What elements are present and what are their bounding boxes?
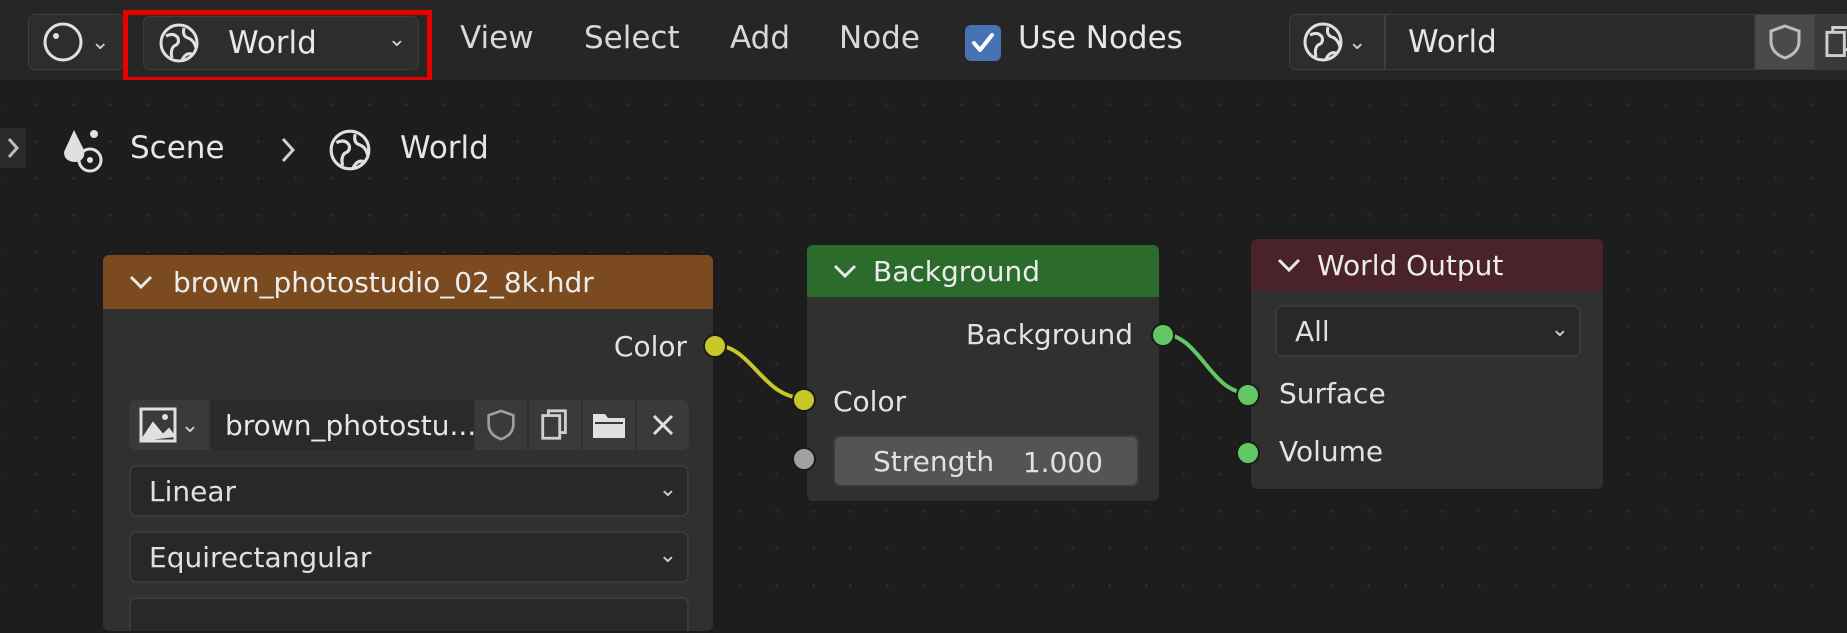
input-socket-surface[interactable] bbox=[1236, 383, 1260, 407]
output-socket-background[interactable] bbox=[1151, 323, 1175, 347]
node-header[interactable]: brown_photostudio_02_8k.hdr bbox=[103, 255, 713, 309]
breadcrumb-scene: Scene bbox=[130, 130, 225, 166]
background-node[interactable]: Background Background Color Strength 1.0… bbox=[805, 243, 1161, 503]
projection-value: Equirectangular bbox=[149, 540, 372, 574]
chevron-down-icon: ⌄ bbox=[180, 412, 200, 438]
copy-icon bbox=[541, 409, 567, 440]
editor-type-button[interactable]: ⌄ bbox=[28, 14, 124, 70]
menu-add[interactable]: Add bbox=[730, 20, 790, 56]
chevron-down-icon bbox=[833, 264, 857, 279]
copy-icon bbox=[1825, 26, 1847, 57]
menu-view[interactable]: View bbox=[460, 20, 534, 56]
target-value: All bbox=[1295, 314, 1330, 348]
world-icon bbox=[159, 23, 199, 63]
use-nodes-label[interactable]: Use Nodes bbox=[1018, 20, 1183, 56]
open-image-button[interactable] bbox=[583, 400, 635, 450]
menu-select[interactable]: Select bbox=[584, 20, 680, 56]
strength-value: 1.000 bbox=[1022, 446, 1103, 479]
chevron-right-icon bbox=[281, 137, 296, 163]
use-nodes-checkbox[interactable] bbox=[965, 25, 1001, 61]
image-datablock-row: ⌄ brown_photostu... bbox=[129, 400, 689, 450]
input-socket-strength[interactable] bbox=[792, 447, 816, 471]
fake-user-button[interactable] bbox=[1755, 14, 1815, 70]
output-socket-color[interactable] bbox=[703, 334, 727, 358]
chevron-down-icon: ⌄ bbox=[658, 477, 677, 502]
input-color-label: Color bbox=[833, 385, 907, 418]
node-title: brown_photostudio_02_8k.hdr bbox=[173, 265, 594, 299]
input-surface-label: Surface bbox=[1279, 377, 1386, 410]
chevron-down-icon: ⌄ bbox=[91, 29, 110, 55]
extension-dropdown[interactable] bbox=[129, 597, 689, 631]
input-volume-label: Volume bbox=[1279, 435, 1384, 468]
chevron-down-icon: ⌄ bbox=[658, 543, 677, 568]
chevron-down-icon: ⌄ bbox=[1348, 29, 1367, 55]
shader-type-world-selector[interactable]: World ⌄ bbox=[143, 16, 419, 70]
node-title: Background bbox=[873, 254, 1041, 288]
breadcrumb-world: World bbox=[400, 130, 489, 166]
menu-node[interactable]: Node bbox=[839, 20, 920, 56]
strength-label: Strength bbox=[873, 444, 995, 478]
fake-user-button[interactable] bbox=[475, 400, 527, 450]
node-header[interactable]: World Output bbox=[1251, 239, 1603, 291]
interpolation-value: Linear bbox=[149, 474, 237, 508]
world-datablock-name-field[interactable]: World bbox=[1385, 14, 1755, 70]
shield-icon bbox=[487, 409, 515, 441]
node-editor-header: ⌄ World ⌄ View Select Add Node Use Nodes… bbox=[0, 0, 1847, 82]
input-socket-volume[interactable] bbox=[1236, 441, 1260, 465]
datablock-name: World bbox=[1408, 24, 1497, 60]
chevron-down-icon bbox=[1277, 258, 1301, 273]
shield-icon bbox=[1769, 24, 1801, 60]
chevron-down-icon bbox=[129, 275, 153, 290]
chevron-right-icon bbox=[7, 138, 20, 158]
duplicate-datablock-button[interactable] bbox=[1815, 14, 1847, 70]
close-icon bbox=[652, 414, 674, 436]
world-datablock-browse[interactable]: ⌄ bbox=[1289, 14, 1385, 70]
world-icon bbox=[329, 129, 371, 171]
output-background-label: Background bbox=[965, 318, 1133, 351]
node-editor-icon bbox=[43, 22, 83, 62]
world-output-node[interactable]: World Output All ⌄ Surface Volume bbox=[1249, 237, 1605, 491]
output-color-label: Color bbox=[613, 330, 687, 363]
node-header[interactable]: Background bbox=[807, 245, 1159, 297]
node-title: World Output bbox=[1317, 248, 1504, 282]
projection-dropdown[interactable]: Equirectangular ⌄ bbox=[129, 531, 689, 583]
checkmark-icon bbox=[972, 33, 994, 52]
unlink-image-button[interactable] bbox=[637, 400, 689, 450]
scene-icon bbox=[64, 130, 103, 173]
world-icon bbox=[1303, 22, 1343, 62]
chevron-down-icon: ⌄ bbox=[1550, 317, 1569, 342]
image-browse-button[interactable]: ⌄ bbox=[129, 400, 209, 450]
strength-slider[interactable]: Strength 1.000 bbox=[833, 435, 1139, 487]
duplicate-image-button[interactable] bbox=[529, 400, 581, 450]
image-name: brown_photostu... bbox=[225, 408, 477, 442]
chevron-down-icon: ⌄ bbox=[387, 27, 406, 52]
sidebar-toggle[interactable] bbox=[0, 128, 26, 168]
image-icon bbox=[139, 407, 177, 443]
world-selector-label: World bbox=[228, 25, 317, 61]
image-name-field[interactable]: brown_photostu... bbox=[211, 400, 477, 450]
environment-texture-node[interactable]: brown_photostudio_02_8k.hdr Color ⌄ brow… bbox=[101, 253, 715, 633]
interpolation-dropdown[interactable]: Linear ⌄ bbox=[129, 465, 689, 517]
target-dropdown[interactable]: All ⌄ bbox=[1275, 305, 1581, 357]
input-socket-color[interactable] bbox=[792, 388, 816, 412]
folder-icon bbox=[593, 414, 625, 438]
